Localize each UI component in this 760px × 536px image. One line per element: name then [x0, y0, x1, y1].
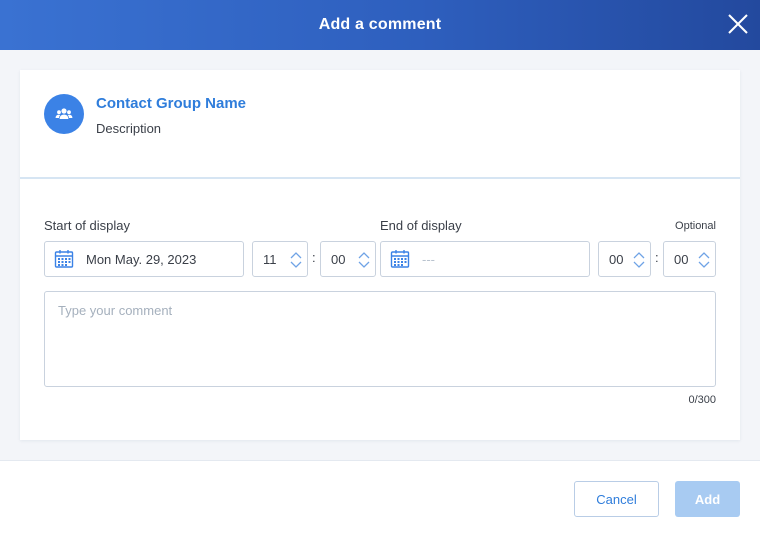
start-minute-stepper[interactable]: 00	[320, 241, 376, 277]
start-minute-value: 00	[331, 251, 346, 267]
comment-textarea[interactable]: Type your comment	[44, 291, 716, 387]
end-hour-stepper[interactable]: 00	[598, 241, 651, 277]
time-separator: :	[312, 250, 316, 265]
character-counter: 0/300	[688, 394, 716, 406]
dialog-header: Add a comment	[0, 0, 760, 50]
divider	[20, 177, 740, 179]
contact-group: Contact Group Name Description	[44, 94, 246, 136]
end-date-placeholder: ---	[422, 251, 435, 267]
dialog-title: Add a comment	[318, 16, 442, 33]
start-date-value: Mon May. 29, 2023	[86, 251, 197, 267]
contact-group-icon	[44, 94, 84, 134]
close-icon[interactable]	[726, 12, 750, 36]
comment-placeholder: Type your comment	[58, 303, 173, 318]
group-name[interactable]: Contact Group Name	[96, 95, 246, 113]
start-hour-stepper[interactable]: 11	[252, 241, 308, 277]
calendar-icon	[390, 250, 410, 268]
start-hour-value: 11	[263, 251, 277, 267]
end-label: End of display	[380, 218, 462, 233]
calendar-icon	[54, 250, 74, 268]
start-date-field[interactable]: Mon May. 29, 2023	[44, 241, 244, 277]
stepper-arrows-icon[interactable]	[697, 249, 711, 271]
stepper-arrows-icon[interactable]	[289, 249, 303, 271]
end-hour-value: 00	[609, 251, 624, 267]
dialog-footer: Cancel Add	[0, 460, 760, 536]
stepper-arrows-icon[interactable]	[357, 249, 371, 271]
group-description: Description	[96, 121, 162, 136]
add-button[interactable]: Add	[675, 481, 740, 517]
end-minute-stepper[interactable]: 00	[663, 241, 716, 277]
comment-card: Contact Group Name Description Start of …	[20, 70, 740, 440]
stepper-arrows-icon[interactable]	[632, 249, 646, 271]
optional-label: Optional	[675, 220, 716, 232]
start-label: Start of display	[44, 218, 130, 233]
cancel-button[interactable]: Cancel	[574, 481, 659, 517]
end-date-field[interactable]: ---	[380, 241, 590, 277]
end-minute-value: 00	[674, 251, 689, 267]
time-separator: :	[655, 250, 659, 265]
